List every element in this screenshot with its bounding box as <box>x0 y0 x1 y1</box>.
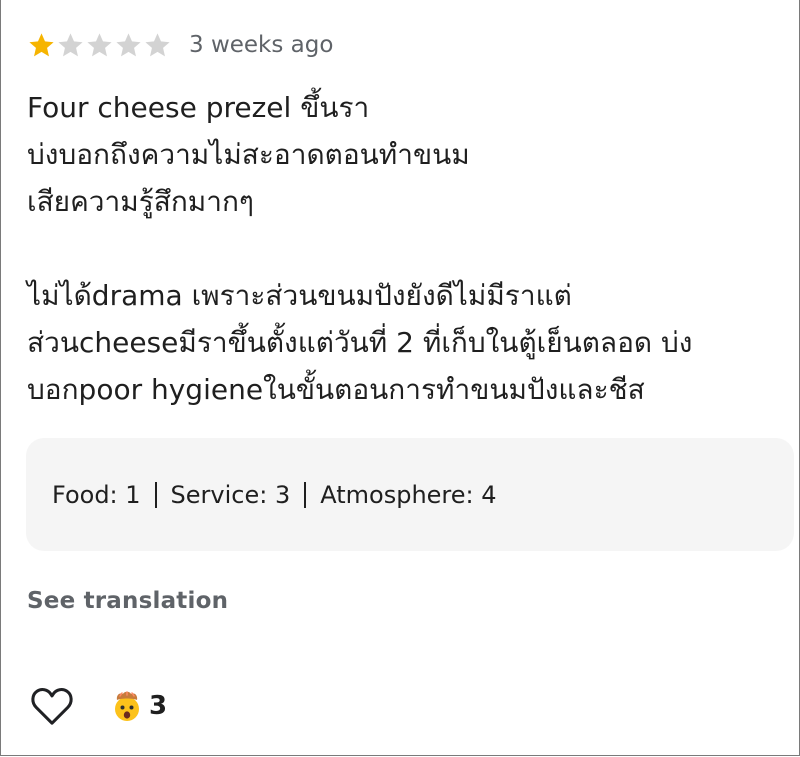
star-rating <box>27 31 172 60</box>
star-empty-icon <box>87 32 112 56</box>
heart-outline-icon[interactable] <box>29 685 75 727</box>
review-actions: 3 <box>29 684 167 728</box>
reaction-count: 3 <box>149 691 168 721</box>
see-translation-link[interactable]: See translation <box>27 588 228 614</box>
reaction-button[interactable]: 3 <box>111 690 167 722</box>
divider <box>154 481 157 508</box>
review-text: Four cheese prezel ขึ้นรา บ่งบอกถึงความไ… <box>27 91 693 406</box>
service-rating: Service: 3 <box>170 480 291 509</box>
star-empty-icon <box>58 32 83 56</box>
star-filled-icon <box>29 32 54 56</box>
star-empty-icon <box>145 32 170 56</box>
rating-row: 3 weeks ago <box>27 28 333 62</box>
star-empty-icon <box>116 32 141 56</box>
atmosphere-rating: Atmosphere: 4 <box>320 480 497 509</box>
divider <box>304 481 307 508</box>
food-rating: Food: 1 <box>52 480 141 509</box>
sub-ratings-box: Food: 1 Service: 3 Atmosphere: 4 <box>26 438 794 551</box>
review-time: 3 weeks ago <box>189 32 334 58</box>
review-card: 3 weeks ago Four cheese prezel ขึ้นรา บ่… <box>0 0 800 756</box>
mind-blown-emoji-icon <box>115 691 139 721</box>
